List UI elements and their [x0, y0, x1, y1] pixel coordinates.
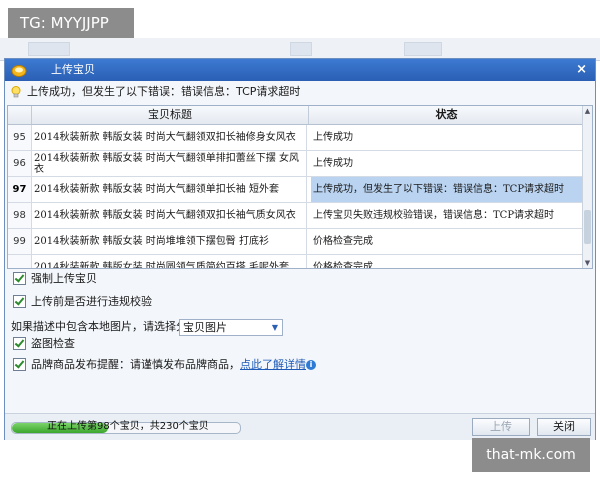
- row-status: 上传成功: [313, 158, 353, 169]
- brand-reminder-label: 品牌商品发布提醒：请谨慎发布品牌商品，: [31, 358, 240, 371]
- image-category-value: 宝贝图片: [183, 321, 227, 334]
- row-status: 上传成功，但发生了以下错误：错误信息：TCP请求超时: [311, 177, 584, 202]
- dialog-footer: 正在上传第98个宝贝，共230个宝贝 上传 关闭: [5, 413, 595, 440]
- header-title[interactable]: 宝贝标题: [32, 106, 309, 124]
- scroll-up-arrow-icon[interactable]: ▲: [583, 106, 592, 116]
- info-icon[interactable]: i: [306, 360, 316, 370]
- info-bar: 上传成功，但发生了以下错误：错误信息：TCP请求超时: [5, 81, 595, 103]
- background-app-cell: [404, 42, 442, 56]
- table-row[interactable]: 98 2014秋装新款 韩版女装 时尚大气翻领双扣长袖气质女风衣 上传宝贝失败违…: [8, 203, 584, 229]
- brand-reminder-option[interactable]: 品牌商品发布提醒：请谨慎发布品牌商品，点此了解详情 i: [13, 357, 316, 373]
- image-theft-label: 盗图检查: [31, 337, 75, 350]
- row-title: 2014秋装新款 韩版女装 时尚大气翻领双扣长袖气质女风衣: [34, 203, 307, 228]
- table-row[interactable]: 96 2014秋装新款 韩版女装 时尚大气翻领单排扣蕾丝下摆 女风衣 上传成功: [8, 151, 584, 177]
- scroll-down-arrow-icon[interactable]: ▼: [583, 258, 592, 268]
- scrollbar-thumb[interactable]: [584, 210, 591, 244]
- row-number: 95: [8, 125, 32, 150]
- header-status[interactable]: 状态: [309, 106, 584, 124]
- row-status: 上传宝贝失败违规校验错误，错误信息：TCP请求超时: [313, 210, 555, 221]
- image-theft-option[interactable]: 盗图检查: [13, 336, 75, 352]
- row-number: 97: [8, 177, 32, 202]
- force-upload-checkbox[interactable]: [13, 271, 26, 285]
- table-row[interactable]: 2014秋装新款 韩版女装 时尚圆领气质简约百搭 毛呢外套 价格检查完成: [8, 255, 584, 269]
- row-number: 99: [8, 229, 32, 254]
- background-app-cell: [28, 42, 70, 56]
- image-theft-checkbox[interactable]: [13, 336, 26, 350]
- force-upload-option[interactable]: 强制上传宝贝: [13, 271, 97, 287]
- row-number: 96: [8, 151, 32, 176]
- header-row-number: [8, 106, 32, 124]
- close-icon[interactable]: ×: [576, 59, 587, 81]
- brand-reminder-checkbox[interactable]: [13, 357, 26, 371]
- row-title: 2014秋装新款 韩版女装 时尚大气翻领双扣长袖修身女风衣: [34, 125, 307, 150]
- row-title: 2014秋装新款 韩版女装 时尚圆领气质简约百搭 毛呢外套: [34, 255, 307, 268]
- upload-progress-text: 正在上传第98个宝贝，共230个宝贝: [47, 421, 209, 432]
- app-logo-icon: [11, 65, 27, 77]
- upload-results-table: 宝贝标题 状态 95 2014秋装新款 韩版女装 时尚大气翻领双扣长袖修身女风衣…: [7, 105, 593, 269]
- row-title: 2014秋装新款 韩版女装 时尚大气翻领单排扣蕾丝下摆 女风衣: [34, 151, 307, 176]
- background-app-cell: [290, 42, 312, 56]
- row-number: [8, 255, 32, 268]
- table-body: 95 2014秋装新款 韩版女装 时尚大气翻领双扣长袖修身女风衣 上传成功 96…: [8, 125, 584, 269]
- upload-button[interactable]: 上传: [472, 418, 530, 436]
- dialog-title: 上传宝贝: [51, 63, 95, 76]
- row-status: 上传成功: [313, 132, 353, 143]
- row-title: 2014秋装新款 韩版女装 时尚堆堆领下摆包臀 打底衫: [34, 229, 307, 254]
- close-button[interactable]: 关闭: [537, 418, 591, 436]
- row-status: 价格检查完成: [313, 262, 373, 269]
- lightbulb-icon: [11, 86, 21, 98]
- violation-check-checkbox[interactable]: [13, 294, 26, 308]
- watermark-bottom-right: that-mk.com: [472, 438, 590, 472]
- table-header: 宝贝标题 状态: [8, 106, 584, 125]
- local-images-label: 如果描述中包含本地图片，请选择分类: [11, 320, 198, 333]
- watermark-top-left: TG: MYYJJPP: [8, 8, 134, 38]
- upload-dialog: 上传宝贝 × 上传成功，但发生了以下错误：错误信息：TCP请求超时 宝贝标题 状…: [4, 58, 596, 440]
- image-category-select[interactable]: 宝贝图片 ▼: [179, 319, 283, 336]
- info-message: 上传成功，但发生了以下错误：错误信息：TCP请求超时: [27, 85, 301, 98]
- row-number: 98: [8, 203, 32, 228]
- row-title: 2014秋装新款 韩版女装 时尚大气翻领单扣长袖 短外套: [34, 177, 307, 202]
- row-status: 价格检查完成: [313, 236, 373, 247]
- dialog-titlebar: 上传宝贝 ×: [5, 59, 595, 81]
- chevron-down-icon: ▼: [271, 323, 278, 332]
- force-upload-label: 强制上传宝贝: [31, 272, 97, 285]
- table-row[interactable]: 95 2014秋装新款 韩版女装 时尚大气翻领双扣长袖修身女风衣 上传成功: [8, 125, 584, 151]
- learn-more-link[interactable]: 点此了解详情: [240, 358, 306, 371]
- table-row-selected[interactable]: 97 2014秋装新款 韩版女装 时尚大气翻领单扣长袖 短外套 上传成功，但发生…: [8, 177, 584, 203]
- violation-check-option[interactable]: 上传前是否进行违规校验: [13, 294, 152, 310]
- table-row[interactable]: 99 2014秋装新款 韩版女装 时尚堆堆领下摆包臀 打底衫 价格检查完成: [8, 229, 584, 255]
- table-vertical-scrollbar[interactable]: ▲ ▼: [582, 106, 592, 268]
- violation-check-label: 上传前是否进行违规校验: [31, 295, 152, 308]
